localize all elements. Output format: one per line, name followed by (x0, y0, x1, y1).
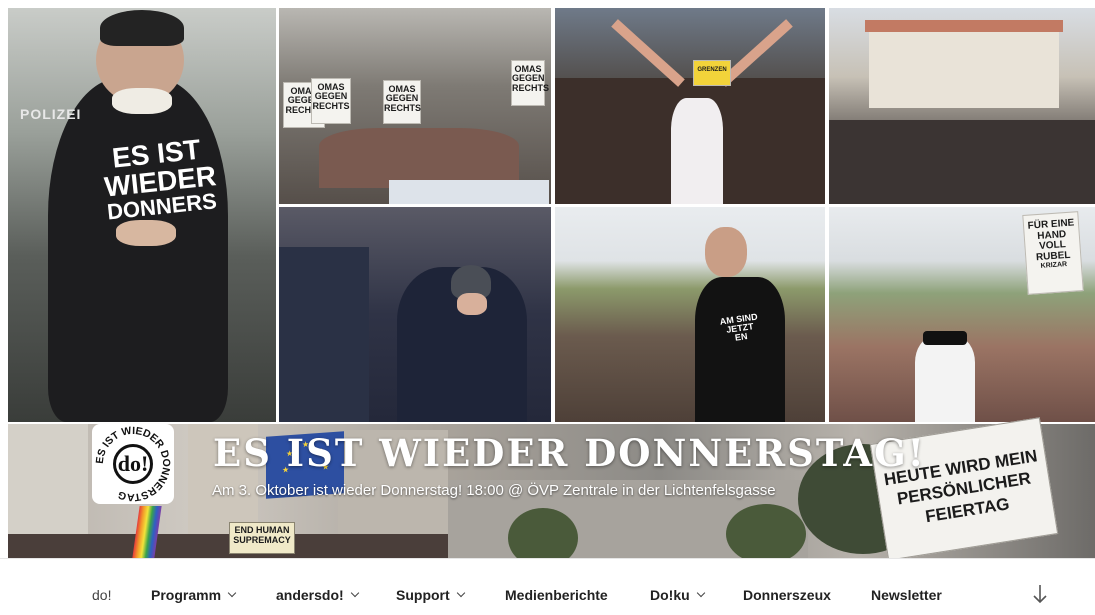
photo-person-glasses: AM SIND JETZT EN (555, 207, 825, 422)
hands (116, 220, 176, 246)
nav-item-label: Support (396, 587, 450, 603)
face (705, 227, 747, 277)
photo-omas-gegen-rechts: OMAS GEGEN RECHTS OMAS GEGEN RECHTS OMAS… (279, 8, 551, 204)
svg-text:ES IST WIEDER DONNERSTAG: ES IST WIEDER DONNERSTAG (94, 425, 172, 503)
nav-item-label: Programm (151, 587, 222, 603)
person-white-shirt (915, 337, 975, 422)
hat (100, 10, 184, 46)
crowd (319, 128, 519, 188)
photo-large-square-crowd (829, 8, 1095, 204)
page: POLIZEI ES IST WIEDER DONNERS OMAS GEGEN… (0, 0, 1095, 615)
building (869, 28, 1059, 108)
roof (865, 20, 1063, 32)
chevron-down-icon (696, 588, 705, 598)
sign-line: RECHTS (512, 82, 550, 93)
protest-sign: OMAS GEGEN RECHTS (511, 60, 550, 106)
chevron-down-icon (456, 588, 465, 598)
logo-ring-icon: ES IST WIEDER DONNERSTAG (94, 425, 172, 503)
building (8, 424, 88, 534)
site-logo[interactable]: ES IST WIEDER DONNERSTAG do! (92, 424, 174, 504)
nav-item-medienberichte[interactable]: Medienberichte (505, 587, 608, 603)
nav-item-donnerszeux[interactable]: Donnerszeux (743, 587, 831, 603)
police-label: POLIZEI (20, 106, 82, 122)
nav-item-label: Newsletter (871, 587, 942, 603)
nav-item-newsletter[interactable]: Newsletter (871, 587, 942, 603)
main-navigation: do! Programm andersdo! Support Medienber… (0, 558, 1095, 615)
photo-crowd-with-signs: FÜR EINE HAND VOLL RUBEL KRIZAR (829, 207, 1095, 422)
tree (726, 504, 806, 558)
banner (389, 180, 549, 204)
face (457, 293, 487, 315)
arrow-down-icon[interactable] (1030, 583, 1050, 605)
header-photo-mosaic: POLIZEI ES IST WIEDER DONNERS OMAS GEGEN… (8, 8, 1095, 422)
sign-line: SUPREMACY (233, 534, 291, 545)
chevron-down-icon (350, 588, 359, 598)
crowd (8, 534, 448, 558)
sign-line: RECHTS (312, 100, 350, 111)
nav-item-doku[interactable]: Do!ku (650, 587, 705, 603)
person-figure (48, 78, 228, 422)
photo-man-in-black-shirt: POLIZEI ES IST WIEDER DONNERS (8, 8, 276, 422)
sign-line: RECHTS (384, 102, 422, 113)
sunglasses (923, 331, 967, 345)
person-black-shirt (695, 277, 785, 422)
protest-sign: GRENZEN (693, 60, 731, 86)
protest-sign: OMAS GEGEN RECHTS (383, 80, 421, 124)
nav-item-support[interactable]: Support (396, 587, 465, 603)
nav-item-label: Do!ku (650, 587, 690, 603)
site-title[interactable]: ES IST WIEDER DONNERSTAG! (213, 431, 926, 475)
nav-item-label: andersdo! (276, 587, 344, 603)
shirt-text: ES IST WIEDER DONNERS (100, 134, 218, 225)
end-human-supremacy-sign: END HUMAN SUPREMACY (229, 522, 295, 554)
crowd (829, 120, 1095, 204)
nav-item-home[interactable]: do! (92, 587, 111, 603)
sign-line: GRENZEN (697, 67, 727, 73)
photo-crowd-hands-up: GRENZEN (555, 8, 825, 204)
protest-sign: OMAS GEGEN RECHTS (311, 78, 351, 124)
crowd-left (279, 247, 369, 422)
nav-item-andersdo[interactable]: andersdo! (276, 587, 359, 603)
nav-item-label: Medienberichte (505, 587, 608, 603)
nav-item-label: Donnerszeux (743, 587, 831, 603)
nav-item-programm[interactable]: Programm (151, 587, 237, 603)
scarf (112, 88, 172, 114)
site-description: Am 3. Oktober ist wieder Donnerstag! 18:… (212, 482, 776, 499)
protest-sign: FÜR EINE HAND VOLL RUBEL KRIZAR (1022, 211, 1084, 295)
raised-arm (611, 19, 685, 87)
photo-wheelchair-activist (279, 207, 551, 422)
person-white-shirt (671, 98, 723, 204)
nav-item-label: do! (92, 587, 112, 603)
arrow-down-svg (1033, 585, 1047, 604)
chevron-down-icon (227, 588, 237, 598)
